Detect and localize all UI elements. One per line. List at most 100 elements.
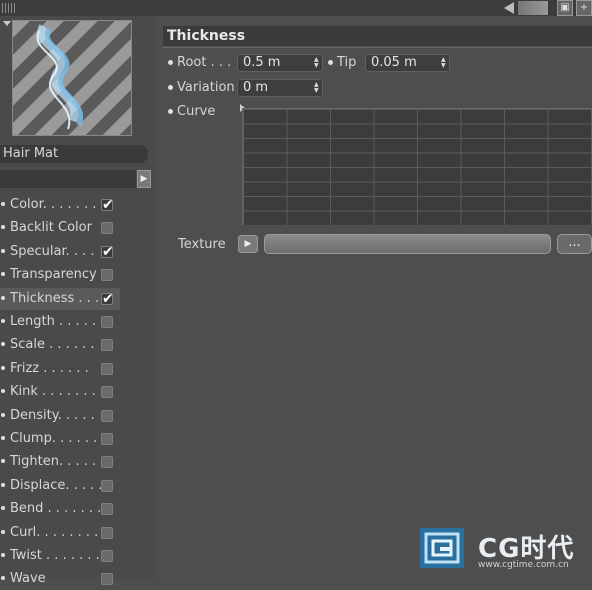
channel-checkbox[interactable] bbox=[101, 526, 113, 539]
channel-item[interactable]: Twist . . . . . . . bbox=[0, 545, 120, 567]
preview-menu-icon[interactable] bbox=[3, 21, 11, 26]
channel-label: Frizz . . . . . . bbox=[10, 360, 89, 376]
channel-item[interactable]: Displace. . . . . bbox=[0, 475, 120, 497]
dropdown-arrow-icon[interactable]: ▶ bbox=[137, 170, 151, 188]
texture-browse-button[interactable]: ... bbox=[557, 234, 592, 254]
thickness-panel: Thickness Root . . . 0.5 m ▲ ▼ Tip 0.05 m… bbox=[160, 16, 592, 578]
channel-label: Length . . . . . bbox=[10, 314, 97, 329]
curve-param: Curve bbox=[168, 103, 215, 121]
spinner-icon[interactable]: ▲ ▼ bbox=[314, 57, 320, 69]
material-name[interactable]: Hair Mat bbox=[0, 145, 148, 163]
root-field[interactable]: 0.5 m ▲ ▼ bbox=[237, 54, 323, 72]
channel-label: Transparency bbox=[10, 267, 97, 283]
watermark-logo: CG时代 www.cgtime.com.cn bbox=[418, 522, 588, 578]
tip-param: Tip bbox=[328, 54, 356, 72]
channel-checkbox[interactable] bbox=[101, 362, 113, 375]
channel-checkbox[interactable] bbox=[101, 194, 114, 216]
channel-dot-icon bbox=[1, 412, 5, 417]
divider bbox=[163, 47, 592, 48]
channel-dot-icon bbox=[1, 553, 5, 557]
channel-checkbox[interactable] bbox=[101, 316, 113, 328]
channel-item[interactable]: Wave bbox=[0, 568, 120, 590]
channel-dot-icon bbox=[1, 248, 5, 253]
channel-dot-icon bbox=[1, 202, 5, 206]
channel-checkbox[interactable] bbox=[101, 222, 113, 235]
channel-dot-icon bbox=[1, 319, 5, 323]
top-toolbar: ▣ + bbox=[0, 0, 592, 16]
channel-item[interactable]: Specular. . . . bbox=[0, 241, 120, 263]
channel-checkbox[interactable] bbox=[101, 433, 113, 445]
channel-item[interactable]: Kink . . . . . . . bbox=[0, 381, 120, 403]
variation-param: Variation bbox=[168, 79, 235, 97]
collapse-arrow-icon[interactable] bbox=[504, 2, 514, 14]
channel-dot-icon bbox=[1, 272, 5, 277]
cg-logo-icon bbox=[420, 528, 464, 568]
channel-label: Displace. . . . . bbox=[10, 477, 103, 493]
channel-item[interactable]: Scale . . . . . . bbox=[0, 334, 120, 356]
spline-curve-editor[interactable] bbox=[242, 108, 592, 225]
channel-label: Curl. . . . . . . . bbox=[10, 524, 99, 540]
channel-checkbox[interactable] bbox=[101, 479, 113, 492]
channel-dot-icon bbox=[1, 459, 5, 464]
channel-item[interactable]: Density. . . . . bbox=[0, 405, 120, 427]
channel-item[interactable]: Transparency bbox=[0, 264, 120, 286]
channel-label: Thickness . . . bbox=[10, 290, 100, 306]
texture-label: Texture bbox=[178, 237, 226, 252]
texture-menu-icon[interactable]: ▶ bbox=[238, 235, 258, 253]
channel-dot-icon bbox=[1, 295, 5, 300]
navigation-arrows-icon[interactable] bbox=[518, 1, 548, 15]
channel-dot-icon bbox=[1, 389, 5, 394]
variation-field[interactable]: 0 m ▲ ▼ bbox=[237, 79, 323, 97]
keyframe-dot-icon[interactable] bbox=[328, 60, 333, 65]
channel-item[interactable]: Tighten. . . . . bbox=[0, 451, 120, 473]
channel-checkbox[interactable] bbox=[101, 288, 114, 310]
top-icons: ▣ + bbox=[504, 0, 592, 16]
panel-title: Thickness bbox=[163, 26, 592, 46]
channel-checkbox[interactable] bbox=[101, 269, 113, 282]
channel-item[interactable]: Backlit Color bbox=[0, 217, 120, 239]
channel-label: Scale . . . . . . bbox=[10, 337, 95, 353]
lock-icon[interactable]: ▣ bbox=[557, 0, 573, 16]
channel-item[interactable]: Frizz . . . . . . bbox=[0, 358, 120, 380]
drag-grip-icon[interactable] bbox=[2, 3, 16, 13]
channel-label: Color. . . . . . . bbox=[10, 197, 97, 212]
keyframe-dot-icon[interactable] bbox=[168, 85, 173, 90]
material-preview[interactable] bbox=[12, 20, 132, 136]
texture-field[interactable] bbox=[264, 234, 551, 254]
new-panel-icon[interactable]: + bbox=[576, 0, 592, 16]
channel-dot-icon bbox=[1, 506, 5, 511]
variation-value: 0 m bbox=[243, 80, 269, 95]
root-label: Root . . . bbox=[177, 55, 232, 70]
curve-label: Curve bbox=[177, 104, 216, 119]
material-sidebar: Hair Mat ▶ Color. . . . . . . Backlit Col… bbox=[0, 16, 157, 586]
channel-item[interactable]: Curl. . . . . . . . bbox=[0, 522, 120, 544]
channel-item[interactable]: Length . . . . . bbox=[0, 311, 120, 333]
spinner-icon[interactable]: ▲ ▼ bbox=[314, 82, 320, 94]
keyframe-dot-icon[interactable] bbox=[168, 60, 173, 65]
channel-item[interactable]: Bend . . . . . . . bbox=[0, 498, 120, 520]
channel-item[interactable]: Clump. . . . . . bbox=[0, 428, 120, 450]
channel-dot-icon bbox=[1, 576, 5, 581]
channel-checkbox[interactable] bbox=[101, 456, 113, 469]
channel-dot-icon bbox=[1, 436, 5, 440]
channel-label: Wave bbox=[10, 571, 46, 587]
channel-item[interactable]: Thickness . . . bbox=[0, 287, 120, 310]
keyframe-dot-icon[interactable] bbox=[168, 109, 173, 114]
channel-checkbox[interactable] bbox=[101, 503, 113, 516]
channel-checkbox[interactable] bbox=[101, 241, 114, 263]
channel-checkbox[interactable] bbox=[101, 573, 113, 586]
channel-checkbox[interactable] bbox=[101, 409, 113, 422]
channel-label: Density. . . . . bbox=[10, 407, 95, 423]
channel-checkbox[interactable] bbox=[101, 550, 113, 562]
tip-value: 0.05 m bbox=[371, 55, 417, 70]
channel-checkbox[interactable] bbox=[101, 386, 113, 399]
channel-dot-icon bbox=[1, 225, 5, 230]
spinner-icon[interactable]: ▲ ▼ bbox=[441, 57, 447, 69]
material-dropdown[interactable] bbox=[0, 170, 136, 188]
channel-checkbox[interactable] bbox=[101, 339, 113, 352]
root-value: 0.5 m bbox=[243, 55, 281, 70]
channel-item[interactable]: Color. . . . . . . bbox=[0, 194, 120, 216]
tip-field[interactable]: 0.05 m ▲ ▼ bbox=[365, 54, 450, 72]
channel-label: Kink . . . . . . . bbox=[10, 384, 96, 400]
channel-label: Specular. . . . bbox=[10, 243, 95, 259]
